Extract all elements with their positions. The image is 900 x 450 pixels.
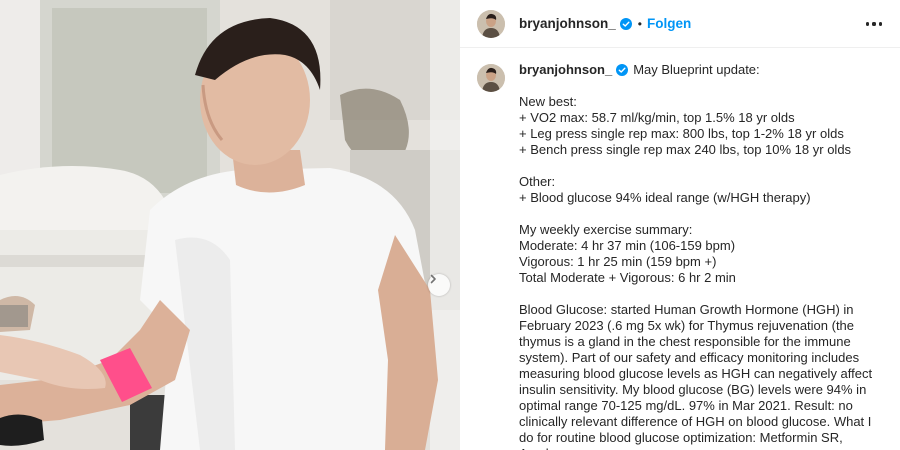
avatar[interactable] xyxy=(477,9,505,38)
caption-line: + Bench press single rep max 240 lbs, to… xyxy=(519,142,852,157)
other-section: Other: + Blood glucose 94% ideal range (… xyxy=(519,174,887,206)
header-username[interactable]: bryanjohnson_ xyxy=(519,16,616,31)
verified-badge-icon xyxy=(616,64,629,76)
more-options-icon[interactable] xyxy=(866,16,882,32)
caption-avatar[interactable] xyxy=(477,64,505,92)
post-panel: bryanjohnson_ • Folgen bryanjohnson_ May… xyxy=(460,0,900,450)
follow-button[interactable]: Folgen xyxy=(647,16,691,31)
blood-glucose-section: Blood Glucose: started Human Growth Horm… xyxy=(519,302,887,450)
new-best-section: New best: + VO2 max: 58.7 ml/kg/min, top… xyxy=(519,94,887,158)
caption-line: + Blood glucose 94% ideal range (w/HGH t… xyxy=(519,190,811,205)
caption-line: Total Moderate + Vigorous: 6 hr 2 min xyxy=(519,270,736,285)
post-image[interactable] xyxy=(0,0,460,450)
section-heading: My weekly exercise summary: xyxy=(519,222,693,237)
verified-badge-icon xyxy=(619,17,632,30)
caption-body: bryanjohnson_ May Blueprint update: New … xyxy=(519,62,887,450)
chevron-right-icon xyxy=(430,274,436,284)
caption-title: May Blueprint update: xyxy=(633,62,760,77)
caption-line: + VO2 max: 58.7 ml/kg/min, top 1.5% 18 y… xyxy=(519,110,795,125)
section-heading: Other: xyxy=(519,174,556,189)
caption-line: Vigorous: 1 hr 25 min (159 bpm +) xyxy=(519,254,717,269)
caption-line: Moderate: 4 hr 37 min (106-159 bpm) xyxy=(519,238,736,253)
post-header: bryanjohnson_ • Folgen xyxy=(460,0,900,48)
avatar-image xyxy=(477,64,505,92)
caption-paragraph: Blood Glucose: started Human Growth Horm… xyxy=(519,302,873,450)
exercise-section: My weekly exercise summary: Moderate: 4 … xyxy=(519,222,887,286)
separator-dot: • xyxy=(637,16,642,31)
carousel-next-button[interactable] xyxy=(428,274,450,296)
caption-line: + Leg press single rep max: 800 lbs, top… xyxy=(519,126,844,141)
post-photo xyxy=(0,0,460,450)
section-heading: New best: xyxy=(519,94,577,109)
post-caption: bryanjohnson_ May Blueprint update: New … xyxy=(477,62,887,450)
avatar-image xyxy=(477,9,505,38)
caption-username[interactable]: bryanjohnson_ xyxy=(519,62,612,78)
